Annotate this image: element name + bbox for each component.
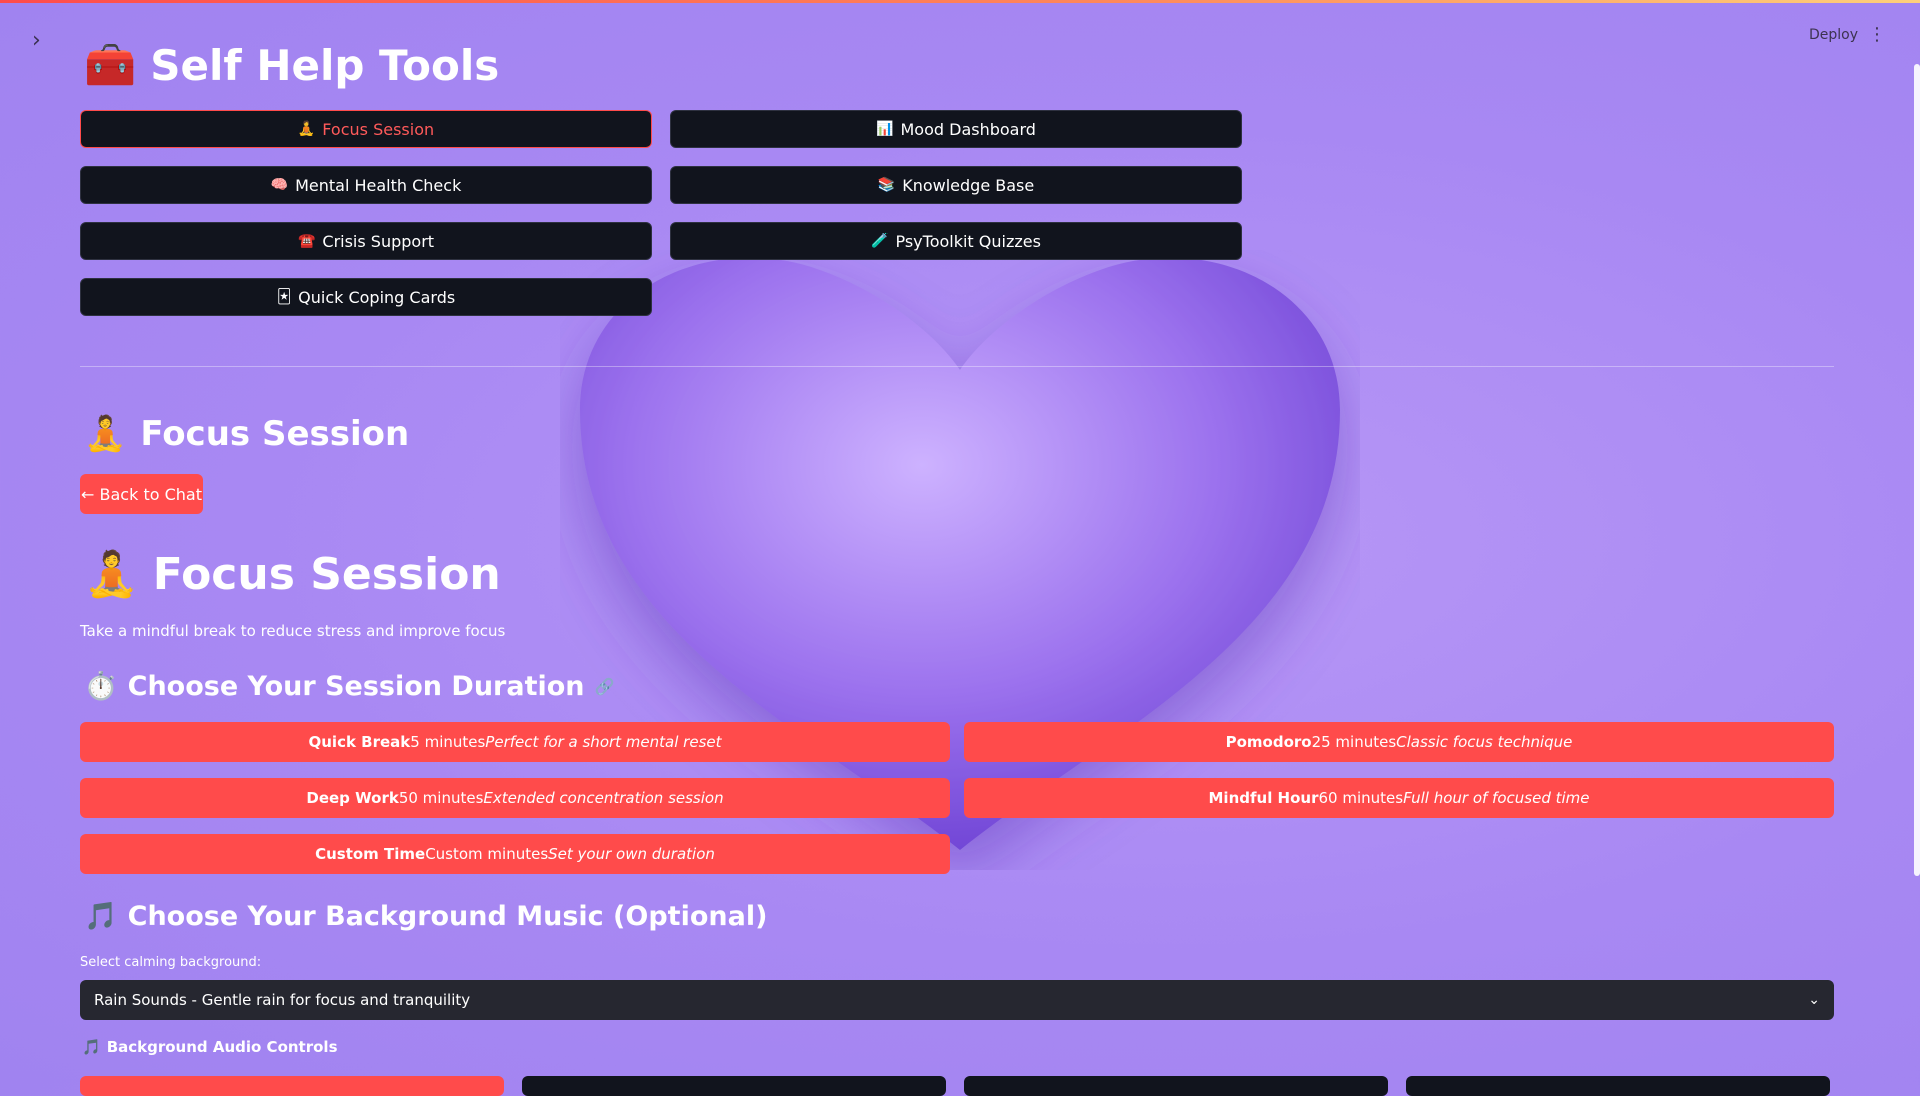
duration-minutes: 25 minutes xyxy=(1311,733,1397,751)
books-icon: 📚 xyxy=(877,177,896,193)
tool-button-mood-dashboard[interactable]: 📊 Mood Dashboard xyxy=(670,110,1242,148)
duration-button-pomodoro[interactable]: Pomodoro 25 minutes Classic focus techni… xyxy=(964,722,1834,762)
focus-session-subtitle: Take a mindful break to reduce stress an… xyxy=(80,622,506,640)
music-heading: 🎵 Choose Your Background Music (Optional… xyxy=(84,900,768,933)
tool-button-label: Knowledge Base xyxy=(902,175,1035,195)
audio-control-button[interactable] xyxy=(964,1076,1388,1096)
music-note-icon: 🎵 xyxy=(82,1038,101,1056)
duration-name: Custom Time xyxy=(315,845,426,863)
meditation-icon: 🧘 xyxy=(297,121,316,137)
duration-button-custom-time[interactable]: Custom Time Custom minutes Set your own … xyxy=(80,834,950,874)
page-title-text: Self Help Tools xyxy=(150,40,500,90)
tool-button-label: Crisis Support xyxy=(322,231,435,251)
page-title: 🧰 Self Help Tools xyxy=(84,40,499,90)
audio-control-button[interactable] xyxy=(1406,1076,1830,1096)
audio-controls-heading: 🎵 Background Audio Controls xyxy=(82,1038,338,1056)
duration-minutes: 5 minutes xyxy=(410,733,486,751)
back-to-chat-button[interactable]: ← Back to Chat xyxy=(80,474,203,514)
stopwatch-icon: ⏱️ xyxy=(84,671,118,702)
duration-minutes: 60 minutes xyxy=(1318,789,1404,807)
section-heading-text: Focus Session xyxy=(140,414,410,454)
duration-name: Pomodoro xyxy=(1225,733,1312,751)
tool-button-label: PsyToolkit Quizzes xyxy=(895,231,1041,251)
duration-heading: ⏱️ Choose Your Session Duration 🔗 xyxy=(84,670,615,703)
focus-session-title-text: Focus Session xyxy=(152,548,501,600)
duration-heading-text: Choose Your Session Duration xyxy=(127,670,585,702)
section-heading: 🧘 Focus Session xyxy=(84,414,409,454)
music-heading-text: Choose Your Background Music (Optional) xyxy=(127,900,768,932)
duration-minutes: Custom minutes xyxy=(425,845,549,863)
background-music-select[interactable]: Rain Sounds - Gentle rain for focus and … xyxy=(80,980,1834,1020)
sidebar-expand-icon[interactable]: › xyxy=(32,28,41,53)
top-decoration-stripe xyxy=(0,0,1920,3)
duration-description: Full hour of focused time xyxy=(1403,789,1590,807)
audio-control-button[interactable] xyxy=(80,1076,504,1096)
test-tube-icon: 🧪 xyxy=(871,233,889,249)
tool-button-psytoolkit-quizzes[interactable]: 🧪 PsyToolkit Quizzes xyxy=(670,222,1242,260)
cards-icon: 🃏 xyxy=(276,289,292,305)
focus-session-title: 🧘 Focus Session xyxy=(84,548,501,601)
tool-button-label: Focus Session xyxy=(322,119,435,139)
tool-button-label: Mood Dashboard xyxy=(900,119,1036,139)
duration-minutes: 50 minutes xyxy=(398,789,484,807)
chevron-down-icon: ⌄ xyxy=(1808,992,1820,1008)
tool-button-label: Mental Health Check xyxy=(295,175,462,195)
duration-name: Quick Break xyxy=(308,733,411,751)
duration-description: Set your own duration xyxy=(548,845,715,863)
chart-icon: 📊 xyxy=(876,121,894,137)
background-select-label: Select calming background: xyxy=(80,955,262,970)
duration-description: Classic focus technique xyxy=(1396,733,1573,751)
select-value: Rain Sounds - Gentle rain for focus and … xyxy=(94,991,471,1009)
duration-button-deep-work[interactable]: Deep Work 50 minutes Extended concentrat… xyxy=(80,778,950,818)
tool-button-knowledge-base[interactable]: 📚 Knowledge Base xyxy=(670,166,1242,204)
meditation-icon: 🧘 xyxy=(84,549,139,600)
scrollbar[interactable] xyxy=(1914,64,1920,876)
audio-controls-heading-text: Background Audio Controls xyxy=(106,1038,338,1056)
music-note-icon: 🎵 xyxy=(84,901,118,932)
brain-icon: 🧠 xyxy=(270,177,289,193)
duration-name: Deep Work xyxy=(306,789,399,807)
telephone-icon: ☎️ xyxy=(297,233,316,249)
meditation-icon: 🧘 xyxy=(84,414,127,454)
tool-button-crisis-support[interactable]: ☎️ Crisis Support xyxy=(80,222,652,260)
duration-button-mindful-hour[interactable]: Mindful Hour 60 minutes Full hour of foc… xyxy=(964,778,1834,818)
link-icon[interactable]: 🔗 xyxy=(595,677,615,696)
duration-button-quick-break[interactable]: Quick Break 5 minutes Perfect for a shor… xyxy=(80,722,950,762)
duration-description: Perfect for a short mental reset xyxy=(485,733,722,751)
toolbox-icon: 🧰 xyxy=(84,40,137,89)
tool-button-mental-health-check[interactable]: 🧠 Mental Health Check xyxy=(80,166,652,204)
duration-name: Mindful Hour xyxy=(1208,789,1319,807)
divider xyxy=(80,366,1834,367)
tool-button-quick-coping-cards[interactable]: 🃏 Quick Coping Cards xyxy=(80,278,652,316)
tool-button-label: Quick Coping Cards xyxy=(298,287,456,307)
audio-control-button[interactable] xyxy=(522,1076,946,1096)
deploy-button[interactable]: Deploy xyxy=(1809,27,1858,43)
tool-button-focus-session[interactable]: 🧘 Focus Session xyxy=(80,110,652,148)
heart-background-image xyxy=(580,257,1340,850)
main-menu-icon[interactable]: ⋮ xyxy=(1868,24,1886,45)
duration-description: Extended concentration session xyxy=(483,789,724,807)
